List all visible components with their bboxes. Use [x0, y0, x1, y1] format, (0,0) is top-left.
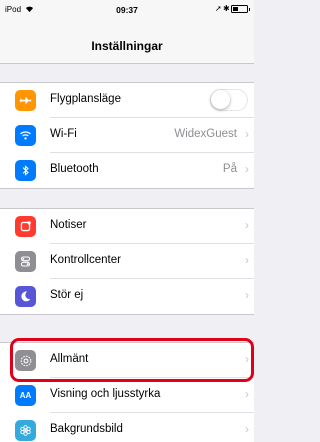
- settings-row-label: Visning och ljusstyrka: [50, 388, 161, 400]
- chevron-right-icon: ›: [245, 387, 249, 401]
- settings-row-label: Notiser: [50, 219, 87, 231]
- display-brightness-icon: AA: [15, 385, 36, 406]
- toggle-knob: [211, 90, 230, 109]
- settings-group-general: Allmänt › AA Visning och ljusstyrka › Ba…: [0, 342, 254, 442]
- chevron-right-icon: ›: [245, 162, 249, 176]
- bluetooth-status-value: På: [222, 163, 237, 175]
- battery-icon: [231, 5, 250, 13]
- settings-row-label: Bakgrundsbild: [50, 423, 123, 435]
- control-center-icon: [15, 251, 36, 272]
- settings-row-label: Allmänt: [50, 353, 89, 365]
- chevron-right-icon: ›: [245, 127, 249, 141]
- chevron-right-icon: ›: [245, 352, 249, 366]
- location-icon: ➚: [215, 4, 222, 13]
- notifications-icon: [15, 216, 36, 237]
- settings-group-connectivity: Flygplansläge Wi-Fi WidexGuest › Bluetoo…: [0, 82, 254, 189]
- settings-row-label: Bluetooth: [50, 163, 99, 175]
- settings-row-label: Stör ej: [50, 289, 84, 301]
- wifi-network-value: WidexGuest: [174, 128, 237, 140]
- settings-row-label: Wi-Fi: [50, 128, 77, 140]
- wallpaper-icon: [15, 420, 36, 441]
- settings-row-label: Flygplansläge: [50, 93, 121, 105]
- chevron-right-icon: ›: [245, 218, 249, 232]
- navigation-bar: Inställningar: [0, 20, 254, 64]
- settings-row-wifi[interactable]: Wi-Fi WidexGuest ›: [0, 118, 254, 153]
- settings-row-general[interactable]: Allmänt ›: [0, 343, 254, 378]
- page-title: Inställningar: [91, 39, 163, 53]
- moon-icon: [15, 286, 36, 307]
- wifi-icon: [15, 125, 36, 146]
- settings-row-notifications[interactable]: Notiser ›: [0, 209, 254, 244]
- status-bar: iPod 09:37 ➚ ✱: [0, 0, 254, 20]
- airplane-mode-toggle[interactable]: [210, 89, 248, 111]
- chevron-right-icon: ›: [245, 288, 249, 302]
- settings-row-control-center[interactable]: Kontrollcenter ›: [0, 244, 254, 279]
- bluetooth-status-icon: ✱: [223, 4, 230, 13]
- settings-row-bluetooth[interactable]: Bluetooth På ›: [0, 153, 254, 188]
- chevron-right-icon: ›: [245, 422, 249, 436]
- settings-row-display-brightness[interactable]: AA Visning och ljusstyrka ›: [0, 378, 254, 413]
- settings-row-label: Kontrollcenter: [50, 254, 121, 266]
- settings-row-wallpaper[interactable]: Bakgrundsbild ›: [0, 413, 254, 442]
- airplane-icon: [15, 90, 36, 111]
- chevron-right-icon: ›: [245, 253, 249, 267]
- bluetooth-icon: [15, 160, 36, 181]
- gear-icon: [15, 350, 36, 371]
- settings-row-do-not-disturb[interactable]: Stör ej ›: [0, 279, 254, 314]
- settings-row-airplane-mode[interactable]: Flygplansläge: [0, 83, 254, 118]
- settings-group-notifications: Notiser › Kontrollcenter › Stör ej ›: [0, 208, 254, 315]
